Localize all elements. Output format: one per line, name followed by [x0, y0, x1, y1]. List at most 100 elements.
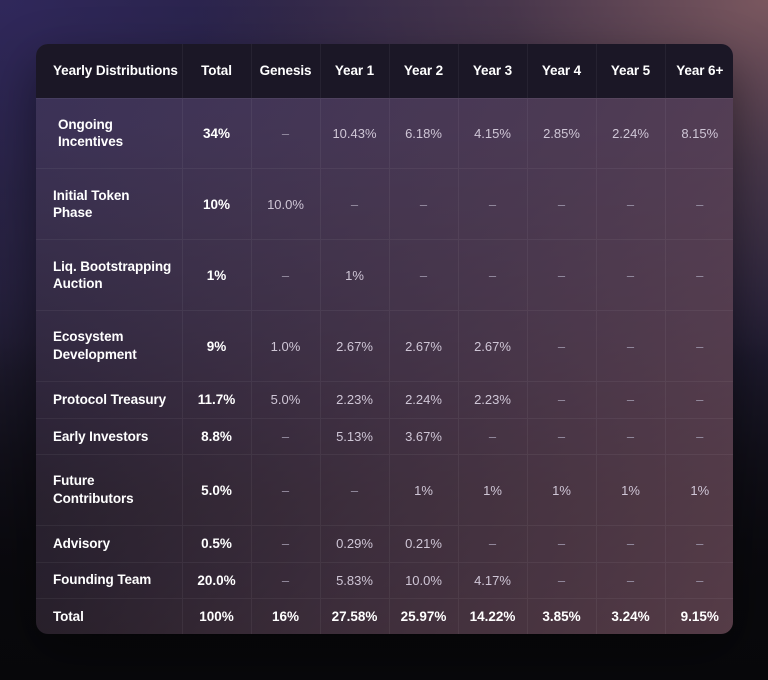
cell-value: 1% [527, 454, 597, 526]
table-row: Ecosystem Development 9% 1.0% 2.67% 2.67% 2.6… [36, 310, 733, 382]
cell-total: 10% [182, 168, 252, 240]
cell-value: – [527, 418, 597, 455]
cell-value: – [527, 168, 597, 240]
cell-value: 10.0% [251, 168, 321, 240]
column-header-yearly-distributions: Yearly Distributions [36, 44, 183, 98]
column-header-year-1: Year 1 [320, 44, 390, 98]
cell-value: 10.43% [320, 98, 390, 169]
cell-value: 1.0% [251, 310, 321, 382]
cell-total: 34% [182, 98, 252, 169]
cell-value: – [251, 418, 321, 455]
cell-value: 2.24% [596, 98, 666, 169]
cell-value: 1% [320, 239, 390, 311]
cell-value: 27.58% [320, 598, 390, 634]
cell-value: – [596, 525, 666, 562]
cell-value: – [596, 168, 666, 240]
column-header-year-6-plus: Year 6+ [676, 63, 724, 79]
cell-value: 5.83% [320, 562, 390, 599]
cell-value: – [527, 381, 597, 419]
cell-value: 1% [389, 454, 459, 526]
cell-value: 3.24% [596, 598, 666, 634]
cell-value: – [458, 168, 528, 240]
cell-value: 5.0% [251, 381, 321, 419]
cell-value: 2.85% [527, 98, 597, 169]
cell-value: 1% [596, 454, 666, 526]
row-label: Total [36, 598, 183, 634]
cell-value: 4.17% [458, 562, 528, 599]
cell-value: 3.85% [527, 598, 597, 634]
cell-value: – [696, 196, 704, 212]
cell-total: 20.0% [182, 562, 252, 599]
cell-total: 5.0% [182, 454, 252, 526]
cell-value: 1% [690, 482, 710, 498]
cell-value: – [389, 168, 459, 240]
column-header-year-4: Year 4 [527, 44, 597, 98]
cell-value: – [251, 454, 321, 526]
column-header-year-2: Year 2 [389, 44, 459, 98]
row-label: Ongoing Incentives [36, 98, 183, 169]
cell-value: – [696, 428, 704, 444]
cell-value: – [527, 525, 597, 562]
row-label: Protocol Treasury [36, 381, 183, 419]
cell-value: – [696, 338, 704, 354]
table-row: Future Contributors 5.0% – –1% 1% 1% 1% 1% [36, 454, 733, 526]
table-row: Liq. Bootstrapping Auction 1% –1% – – – – – [36, 239, 733, 311]
table-header: Yearly Distributions Total Genesis Year … [36, 44, 733, 98]
cell-value: 10.0% [389, 562, 459, 599]
cell-value: – [458, 239, 528, 311]
column-header-year-5: Year 5 [596, 44, 666, 98]
cell-value: 0.29% [320, 525, 390, 562]
cell-value: 16% [251, 598, 321, 634]
cell-total: 11.7% [182, 381, 252, 419]
cell-value: – [251, 525, 321, 562]
cell-value: – [458, 525, 528, 562]
column-header-total: Total [182, 44, 252, 98]
cell-value: 14.22% [458, 598, 528, 634]
cell-value: – [251, 562, 321, 599]
cell-value: 5.13% [320, 418, 390, 455]
cell-value: 2.23% [458, 381, 528, 419]
yearly-distributions-table-card: Yearly Distributions Total Genesis Year … [36, 44, 733, 634]
cell-value: – [320, 454, 390, 526]
cell-value: – [527, 310, 597, 382]
cell-value: 2.23% [320, 381, 390, 419]
cell-total: 9% [182, 310, 252, 382]
row-label: Advisory [36, 525, 183, 562]
cell-total: 1% [182, 239, 252, 311]
cell-value: 25.97% [389, 598, 459, 634]
cell-value: – [596, 562, 666, 599]
table-body: Ongoing Incentives 34% –10.43% 6.18% 4.15% 2.… [36, 98, 733, 634]
cell-value: – [527, 562, 597, 599]
table-row: Protocol Treasury 11.7% 5.0% 2.23% 2.24% 2.23… [36, 381, 733, 419]
cell-total: 100% [182, 598, 252, 634]
cell-total: 0.5% [182, 525, 252, 562]
cell-value: – [696, 267, 704, 283]
table-row: Advisory 0.5% –0.29% 0.21% – – – – [36, 525, 733, 562]
cell-value: – [527, 239, 597, 311]
cell-value: 2.67% [389, 310, 459, 382]
cell-value: – [320, 168, 390, 240]
row-label: Early Investors [36, 418, 183, 455]
table-row: Early Investors 8.8% –5.13% 3.67% – – – – [36, 418, 733, 455]
table-row: Ongoing Incentives 34% –10.43% 6.18% 4.15% 2.… [36, 98, 733, 169]
cell-value: – [251, 239, 321, 311]
row-label: Founding Team [36, 562, 183, 599]
cell-value: 3.67% [389, 418, 459, 455]
cell-value: – [596, 381, 666, 419]
cell-value: – [696, 572, 704, 588]
cell-value: – [596, 239, 666, 311]
cell-value: 2.67% [458, 310, 528, 382]
yearly-distributions-table: Yearly Distributions Total Genesis Year … [36, 44, 733, 634]
column-header-year-3: Year 3 [458, 44, 528, 98]
row-label: Ecosystem Development [36, 310, 183, 382]
row-label: Liq. Bootstrapping Auction [36, 239, 183, 311]
cell-value: 4.15% [458, 98, 528, 169]
row-label: Future Contributors [36, 454, 183, 526]
table-row: Founding Team 20.0% –5.83% 10.0% 4.17% – – – [36, 562, 733, 599]
cell-value: 8.15% [681, 125, 719, 141]
cell-value: 6.18% [389, 98, 459, 169]
cell-value: 0.21% [389, 525, 459, 562]
cell-value: 9.15% [680, 608, 719, 624]
cell-value: – [251, 98, 321, 169]
cell-value: – [696, 536, 704, 552]
